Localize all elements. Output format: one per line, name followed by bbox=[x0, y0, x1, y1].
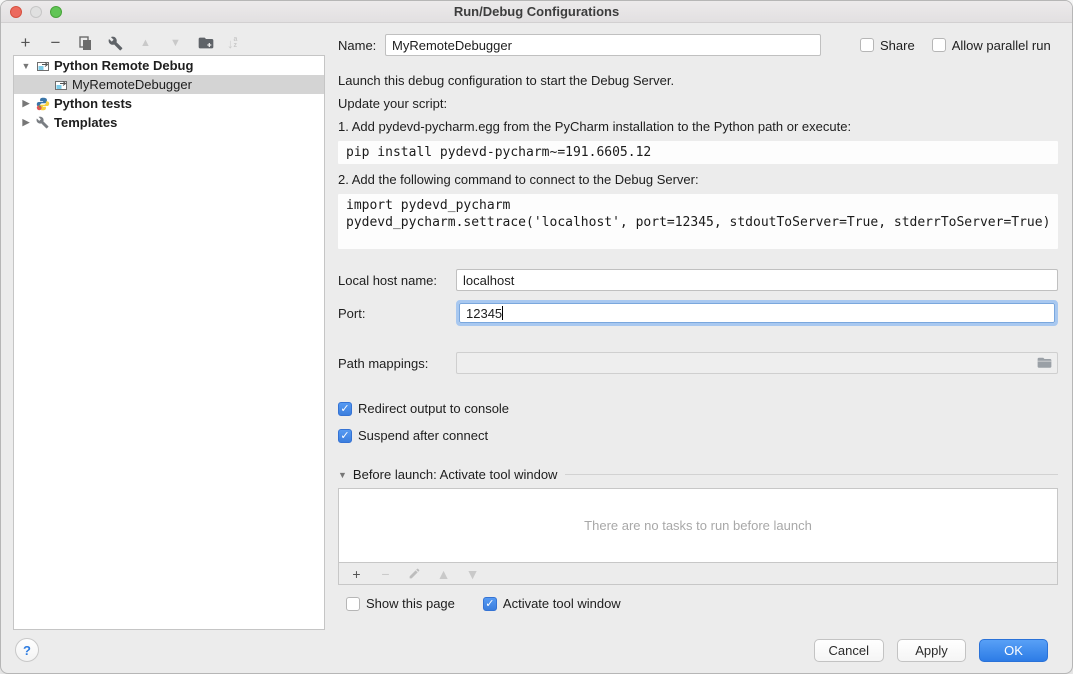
check-icon: ✓ bbox=[340, 429, 349, 442]
run-configuration-icon bbox=[54, 78, 68, 92]
step2-text: 2. Add the following command to connect … bbox=[338, 172, 1058, 188]
close-window-button[interactable] bbox=[10, 6, 22, 18]
step1-text: 1. Add pydevd-pycharm.egg from the PyCha… bbox=[338, 119, 1058, 135]
tree-item-label: Templates bbox=[54, 115, 117, 130]
move-down-button: ▼ bbox=[167, 34, 184, 52]
add-configuration-button[interactable]: + bbox=[17, 34, 34, 52]
name-label: Name: bbox=[338, 38, 385, 53]
name-row: Name: Share Allow parallel run bbox=[338, 34, 1058, 56]
python-icon bbox=[36, 97, 50, 111]
expand-icon[interactable]: ▶ bbox=[20, 98, 32, 109]
move-task-up-button: ▲ bbox=[435, 566, 452, 582]
check-icon: ✓ bbox=[340, 402, 349, 415]
configurations-toolbar: + − ▲ ▼ ↓ a z bbox=[17, 31, 237, 55]
cancel-button[interactable]: Cancel bbox=[814, 639, 884, 662]
browse-folder-icon[interactable] bbox=[1037, 357, 1052, 369]
local-host-row: Local host name: bbox=[338, 269, 1058, 291]
path-mappings-input[interactable] bbox=[456, 352, 1058, 374]
dialog-buttons: Cancel Apply OK bbox=[814, 639, 1048, 662]
apply-button[interactable]: Apply bbox=[897, 639, 966, 662]
tree-item-myremotedebugger[interactable]: ▶ MyRemoteDebugger bbox=[14, 75, 324, 94]
expand-icon[interactable]: ▶ bbox=[20, 117, 32, 128]
remove-configuration-button[interactable]: − bbox=[47, 34, 64, 52]
edit-task-button bbox=[406, 566, 423, 582]
port-field-focus-ring bbox=[456, 300, 1058, 326]
check-icon: ✓ bbox=[485, 597, 494, 610]
port-input[interactable] bbox=[459, 303, 1055, 323]
suspend-after-connect-label: Suspend after connect bbox=[358, 428, 488, 443]
tree-item-python-remote-debug[interactable]: ▼ Python Remote Debug bbox=[14, 56, 324, 75]
pip-install-code[interactable]: pip install pydevd-pycharm~=191.6605.12 bbox=[338, 141, 1058, 164]
activate-tool-window-label: Activate tool window bbox=[503, 596, 621, 611]
port-label: Port: bbox=[338, 306, 456, 321]
path-mappings-label: Path mappings: bbox=[338, 356, 456, 371]
settrace-code[interactable]: import pydevd_pycharm pydevd_pycharm.set… bbox=[338, 194, 1058, 249]
task-toolbar: + − ▲ ▼ bbox=[339, 562, 1057, 584]
minimize-window-button bbox=[30, 6, 42, 18]
local-host-label: Local host name: bbox=[338, 273, 456, 288]
allow-parallel-run-label: Allow parallel run bbox=[952, 38, 1051, 53]
redirect-output-checkbox[interactable]: ✓ bbox=[338, 402, 352, 416]
suspend-after-connect-row: ✓ Suspend after connect bbox=[338, 428, 1058, 443]
help-button[interactable]: ? bbox=[15, 638, 39, 662]
edit-defaults-button[interactable] bbox=[107, 34, 124, 52]
path-mappings-row: Path mappings: bbox=[338, 352, 1058, 374]
empty-task-text: There are no tasks to run before launch bbox=[584, 518, 812, 533]
new-folder-button[interactable] bbox=[197, 34, 214, 52]
tree-item-label: MyRemoteDebugger bbox=[72, 77, 192, 92]
redirect-output-row: ✓ Redirect output to console bbox=[338, 401, 1058, 416]
activate-tool-window-checkbox[interactable]: ✓ bbox=[483, 597, 497, 611]
task-list[interactable]: There are no tasks to run before launch bbox=[339, 489, 1057, 562]
tree-item-label: Python Remote Debug bbox=[54, 58, 193, 73]
page-options-row: Show this page ✓ Activate tool window bbox=[338, 596, 1058, 611]
suspend-after-connect-checkbox[interactable]: ✓ bbox=[338, 429, 352, 443]
copy-icon bbox=[78, 36, 93, 51]
window-controls bbox=[10, 6, 62, 18]
share-checkbox[interactable] bbox=[860, 38, 874, 52]
run-configuration-icon bbox=[36, 59, 50, 73]
titlebar: Run/Debug Configurations bbox=[1, 1, 1072, 23]
sort-configurations-button: ↓ a z bbox=[227, 36, 237, 51]
text-caret bbox=[502, 306, 503, 320]
add-task-button[interactable]: + bbox=[348, 566, 365, 582]
configurations-tree: ▼ Python Remote Debug ▶ MyRemoteDebugger bbox=[13, 55, 325, 630]
intro-text: Launch this debug configuration to start… bbox=[338, 73, 1058, 89]
tree-item-label: Python tests bbox=[54, 96, 132, 111]
tree-item-python-tests[interactable]: ▶ Python tests bbox=[14, 94, 324, 113]
configuration-form: Name: Share Allow parallel run Launch th… bbox=[338, 23, 1058, 611]
run-debug-configurations-dialog: Run/Debug Configurations + − ▲ ▼ ↓ bbox=[0, 0, 1073, 674]
help-icon: ? bbox=[23, 643, 31, 658]
tree-item-templates[interactable]: ▶ Templates bbox=[14, 113, 324, 132]
templates-wrench-icon bbox=[36, 116, 50, 130]
move-up-button: ▲ bbox=[137, 34, 154, 52]
before-launch-label: Before launch: Activate tool window bbox=[353, 467, 558, 482]
window-title: Run/Debug Configurations bbox=[454, 4, 619, 19]
header-rule bbox=[565, 474, 1058, 475]
sort-z-label: z bbox=[234, 43, 238, 49]
before-launch-task-panel: There are no tasks to run before launch … bbox=[338, 488, 1058, 585]
port-row: Port: bbox=[338, 300, 1058, 326]
name-input[interactable] bbox=[385, 34, 821, 56]
copy-configuration-button[interactable] bbox=[77, 34, 94, 52]
redirect-output-label: Redirect output to console bbox=[358, 401, 509, 416]
wrench-icon bbox=[108, 36, 123, 51]
zoom-window-button[interactable] bbox=[50, 6, 62, 18]
local-host-input[interactable] bbox=[456, 269, 1058, 291]
ok-button[interactable]: OK bbox=[979, 639, 1048, 662]
before-launch-header[interactable]: ▼ Before launch: Activate tool window bbox=[338, 467, 1058, 482]
allow-parallel-run-checkbox[interactable] bbox=[932, 38, 946, 52]
show-this-page-checkbox[interactable] bbox=[346, 597, 360, 611]
remove-task-button: − bbox=[377, 566, 394, 582]
share-label: Share bbox=[880, 38, 915, 53]
show-this-page-label: Show this page bbox=[366, 596, 455, 611]
collapse-icon[interactable]: ▼ bbox=[338, 470, 347, 480]
pencil-icon bbox=[408, 567, 421, 580]
new-folder-icon bbox=[198, 36, 214, 50]
collapse-icon[interactable]: ▼ bbox=[20, 61, 32, 71]
move-task-down-button: ▼ bbox=[464, 566, 481, 582]
update-script-text: Update your script: bbox=[338, 96, 1058, 112]
